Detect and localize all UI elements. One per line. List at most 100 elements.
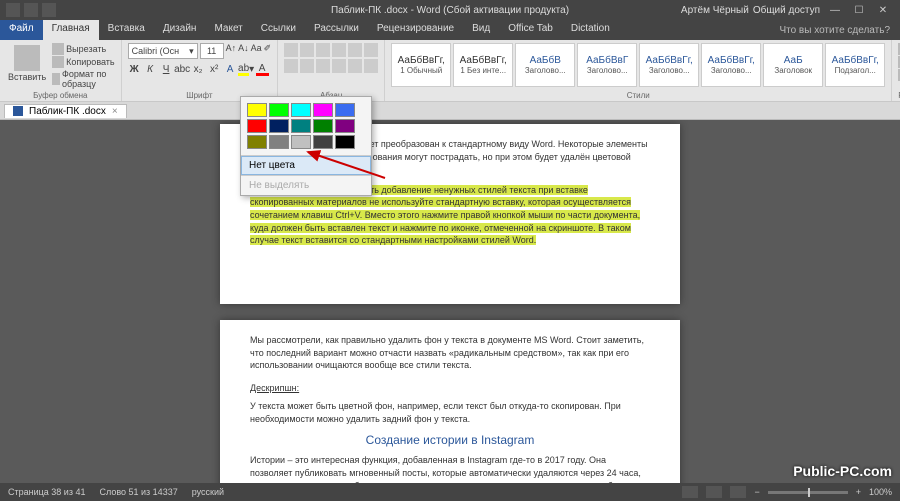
shrink-font-icon[interactable]: A↓ bbox=[238, 43, 249, 59]
bullets-icon[interactable] bbox=[284, 43, 298, 57]
style-item-1[interactable]: АаБбВвГг,1 Без инте... bbox=[453, 43, 513, 87]
align-right-icon[interactable] bbox=[316, 59, 330, 73]
shading-icon[interactable] bbox=[364, 59, 378, 73]
tab-mailings[interactable]: Рассылки bbox=[305, 20, 368, 40]
style-item-7[interactable]: АаБбВвГг,Подзагол... bbox=[825, 43, 885, 87]
highlight-color-grid bbox=[241, 97, 371, 155]
font-name-combo[interactable]: Calibri (Осн▾ bbox=[128, 43, 198, 59]
tab-file[interactable]: Файл bbox=[0, 20, 43, 40]
highlight-color-button[interactable]: ab▾ bbox=[240, 63, 253, 76]
highlight-swatch[interactable] bbox=[247, 103, 267, 117]
change-case-icon[interactable]: Aa bbox=[251, 43, 262, 59]
quick-redo-icon[interactable] bbox=[42, 3, 56, 17]
zoom-in-icon[interactable]: + bbox=[856, 487, 861, 497]
grow-font-icon[interactable]: A↑ bbox=[226, 43, 237, 59]
tab-review[interactable]: Рецензирование bbox=[368, 20, 463, 40]
style-item-4[interactable]: АаБбВвГг,Заголово... bbox=[639, 43, 699, 87]
highlight-swatch[interactable] bbox=[291, 103, 311, 117]
maximize-icon[interactable]: ☐ bbox=[848, 2, 870, 18]
style-item-2[interactable]: АаБбВЗаголово... bbox=[515, 43, 575, 87]
style-item-6[interactable]: АаБЗаголовок bbox=[763, 43, 823, 87]
italic-button[interactable]: К bbox=[144, 63, 157, 76]
highlight-swatch[interactable] bbox=[269, 135, 289, 149]
format-painter-button[interactable]: Формат по образцу bbox=[52, 69, 114, 89]
highlight-swatch[interactable] bbox=[269, 119, 289, 133]
style-item-5[interactable]: АаБбВвГг,Заголово... bbox=[701, 43, 761, 87]
body-text: Истории – это интересная функция, добавл… bbox=[250, 454, 650, 483]
sort-icon[interactable] bbox=[364, 43, 378, 57]
zoom-out-icon[interactable]: − bbox=[754, 487, 759, 497]
language-status[interactable]: русский bbox=[192, 487, 224, 497]
document-tab[interactable]: Паблик-ПК .docx × bbox=[4, 104, 127, 118]
align-justify-icon[interactable] bbox=[332, 59, 346, 73]
copy-button[interactable]: Копировать bbox=[52, 56, 114, 68]
highlight-swatch[interactable] bbox=[313, 103, 333, 117]
read-mode-icon[interactable] bbox=[682, 486, 698, 498]
align-center-icon[interactable] bbox=[300, 59, 314, 73]
tab-layout[interactable]: Макет bbox=[205, 20, 251, 40]
quick-save-icon[interactable] bbox=[6, 3, 20, 17]
no-color-option[interactable]: Нет цвета bbox=[241, 156, 371, 175]
highlight-swatch[interactable] bbox=[247, 119, 267, 133]
tab-view[interactable]: Вид bbox=[463, 20, 499, 40]
highlight-color-dropdown: Нет цвета Не выделять bbox=[240, 96, 372, 196]
strike-button[interactable]: abc bbox=[176, 63, 189, 76]
numbering-icon[interactable] bbox=[300, 43, 314, 57]
zoom-slider[interactable] bbox=[768, 491, 848, 494]
indent-increase-icon[interactable] bbox=[348, 43, 362, 57]
zoom-level[interactable]: 100% bbox=[869, 487, 892, 497]
watermark: Public-PC.com bbox=[793, 463, 892, 479]
style-item-3[interactable]: АаБбВвГЗаголово... bbox=[577, 43, 637, 87]
ribbon-tabs: Файл Главная Вставка Дизайн Макет Ссылки… bbox=[0, 20, 900, 40]
highlight-swatch[interactable] bbox=[269, 103, 289, 117]
tab-officetab[interactable]: Office Tab bbox=[499, 20, 562, 40]
highlight-swatch[interactable] bbox=[291, 135, 311, 149]
multilevel-icon[interactable] bbox=[316, 43, 330, 57]
body-text: У текста может быть цветной фон, наприме… bbox=[250, 400, 650, 425]
bold-button[interactable]: Ж bbox=[128, 63, 141, 76]
document-canvas[interactable]: Текст будет преобразован к стандартному … bbox=[0, 120, 900, 483]
close-icon[interactable]: ✕ bbox=[872, 2, 894, 18]
line-spacing-icon[interactable] bbox=[348, 59, 362, 73]
close-tab-icon[interactable]: × bbox=[112, 106, 118, 117]
user-name[interactable]: Артём Чёрный bbox=[681, 5, 749, 16]
style-item-0[interactable]: АаБбВвГг,1 Обычный bbox=[391, 43, 451, 87]
highlight-swatch[interactable] bbox=[247, 135, 267, 149]
page-status[interactable]: Страница 38 из 41 bbox=[8, 487, 85, 497]
highlight-swatch[interactable] bbox=[335, 135, 355, 149]
share-button[interactable]: Общий доступ bbox=[753, 5, 820, 16]
body-text: Мы рассмотрели, как правильно удалить фо… bbox=[250, 334, 650, 372]
text-effects-icon[interactable]: A bbox=[224, 63, 237, 76]
highlight-swatch[interactable] bbox=[291, 119, 311, 133]
tab-insert[interactable]: Вставка bbox=[99, 20, 154, 40]
font-color-button[interactable]: A bbox=[256, 63, 269, 76]
font-size-combo[interactable]: 11 bbox=[200, 43, 224, 59]
no-highlight-option: Не выделять bbox=[241, 176, 371, 195]
paste-label: Вставить bbox=[8, 72, 46, 82]
paste-button[interactable]: Вставить bbox=[6, 43, 48, 84]
highlight-swatch[interactable] bbox=[335, 103, 355, 117]
tab-design[interactable]: Дизайн bbox=[154, 20, 206, 40]
superscript-button[interactable]: x² bbox=[208, 63, 221, 76]
align-left-icon[interactable] bbox=[284, 59, 298, 73]
underline-button[interactable]: Ч bbox=[160, 63, 173, 76]
subscript-button[interactable]: x₂ bbox=[192, 63, 205, 76]
chevron-down-icon: ▾ bbox=[189, 46, 194, 57]
print-layout-icon[interactable] bbox=[706, 486, 722, 498]
tell-me-search[interactable]: Что вы хотите сделать? bbox=[779, 25, 890, 36]
tab-dictation[interactable]: Dictation bbox=[562, 20, 619, 40]
minimize-icon[interactable]: — bbox=[824, 2, 846, 18]
paste-icon bbox=[14, 45, 40, 71]
highlight-swatch[interactable] bbox=[313, 119, 333, 133]
styles-group-label: Стили bbox=[391, 91, 885, 100]
indent-decrease-icon[interactable] bbox=[332, 43, 346, 57]
quick-undo-icon[interactable] bbox=[24, 3, 38, 17]
tab-home[interactable]: Главная bbox=[43, 20, 99, 40]
cut-button[interactable]: Вырезать bbox=[52, 43, 114, 55]
highlight-swatch[interactable] bbox=[313, 135, 333, 149]
word-count-status[interactable]: Слово 51 из 14337 bbox=[99, 487, 177, 497]
tab-references[interactable]: Ссылки bbox=[252, 20, 305, 40]
clear-format-icon[interactable]: ✐ bbox=[264, 43, 272, 59]
highlight-swatch[interactable] bbox=[335, 119, 355, 133]
web-layout-icon[interactable] bbox=[730, 486, 746, 498]
